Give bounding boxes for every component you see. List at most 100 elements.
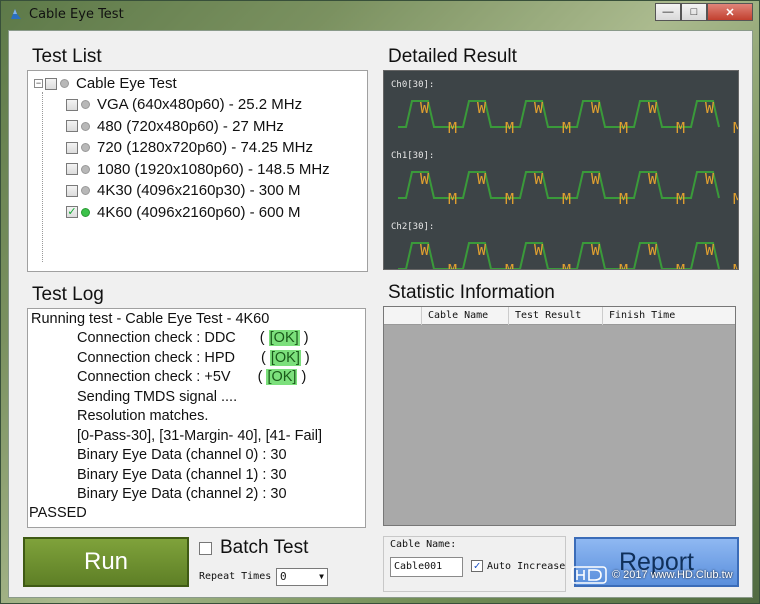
eye-glyph: M [619, 190, 628, 208]
log-line: Connection check : DDC ( [OK] ) [77, 330, 309, 346]
log-line-passed: PASSED [29, 505, 87, 521]
eye-diagram-panel: WMWMWMWMWMWMWMWMWMWMWMWMWMWMWMWMWMWM Ch0… [383, 70, 739, 270]
eye-glyph: W [534, 170, 544, 188]
eye-glyph: W [591, 99, 601, 117]
watermark: © 2017 www.HD.Club.tw [571, 566, 733, 584]
eye-glyph: M [676, 261, 685, 270]
test-list-tree[interactable]: − Cable Eye Test VGA (640x480p60) - 25.2… [27, 70, 368, 272]
test-item-label: 1080 (1920x1080p60) - 148.5 MHz [97, 160, 330, 178]
eye-glyph: W [420, 170, 430, 188]
test-item[interactable]: 1080 (1920x1080p60) - 148.5 MHz [66, 159, 330, 180]
log-text: ) [304, 350, 310, 366]
test-list-heading: Test List [32, 46, 102, 67]
eye-glyph: W [648, 241, 658, 259]
eye-glyph: M [505, 190, 514, 208]
run-button[interactable]: Run [23, 537, 189, 587]
eye-glyph: W [648, 99, 658, 117]
test-item-label: VGA (640x480p60) - 25.2 MHz [97, 96, 303, 113]
eye-glyph: M [562, 119, 571, 137]
log-line: Running test - Cable Eye Test - 4K60 [31, 311, 270, 327]
tree-root-label: Cable Eye Test [76, 75, 177, 92]
eye-glyph: M [448, 261, 457, 270]
eye-glyph: M [619, 261, 628, 270]
eye-glyph: W [477, 99, 487, 117]
column-header[interactable]: Finish Time [603, 307, 735, 325]
test-item-label: 480 (720x480p60) - 27 MHz [97, 117, 284, 135]
status-dot-icon [60, 79, 69, 88]
ok-badge: [OK] [268, 330, 300, 346]
eye-trace-line [398, 171, 720, 199]
log-line: Binary Eye Data (channel 2) : 30 [77, 486, 287, 502]
eye-glyph: W [534, 241, 544, 259]
test-item-checkbox[interactable] [66, 141, 78, 154]
test-item-checkbox[interactable] [66, 98, 78, 111]
auto-increase-toggle[interactable]: ✓ Auto Increase [471, 560, 565, 572]
status-dot-icon [81, 207, 90, 217]
repeat-times-value: 0 [280, 570, 287, 583]
repeat-times-select[interactable]: 0 ▼ [276, 568, 328, 586]
app-logo-icon [11, 9, 21, 19]
status-dot-icon [81, 143, 90, 152]
batch-test-label: Batch Test [220, 537, 309, 558]
column-header[interactable] [384, 307, 422, 325]
cable-name-group: Cable Name: Cable001 ✓ Auto Increase [383, 536, 566, 592]
log-line: Binary Eye Data (channel 0) : 30 [77, 447, 287, 463]
eye-glyph: W [420, 241, 430, 259]
log-text: ( [257, 369, 263, 385]
test-item[interactable]: 4K30 (4096x2160p30) - 300 M [66, 180, 300, 201]
tree-root[interactable]: − Cable Eye Test [34, 73, 177, 94]
log-text: Connection check : +5V [77, 369, 231, 385]
test-item-checkbox[interactable] [66, 184, 78, 197]
test-item-checkbox[interactable] [66, 120, 78, 132]
eye-glyph: M [733, 119, 739, 137]
log-line: Sending TMDS signal .... [77, 389, 238, 405]
minimize-button[interactable]: — [655, 3, 681, 21]
test-item[interactable]: ✓ 4K60 (4096x2160p60) - 600 M [66, 202, 300, 223]
cable-name-input[interactable]: Cable001 [390, 557, 463, 577]
eye-trace-line [398, 100, 720, 128]
test-item[interactable]: VGA (640x480p60) - 25.2 MHz [66, 94, 302, 115]
test-item-checkbox[interactable] [66, 163, 78, 175]
eye-glyph: M [733, 190, 739, 208]
status-dot-icon [81, 100, 90, 109]
auto-increase-checkbox[interactable]: ✓ [471, 560, 483, 572]
root-checkbox[interactable] [45, 77, 57, 90]
status-dot-icon [81, 121, 90, 131]
close-button[interactable]: ✕ [707, 3, 753, 21]
eye-glyph: W [591, 241, 601, 259]
test-item[interactable]: 480 (720x480p60) - 27 MHz [66, 116, 284, 137]
batch-test-checkbox[interactable] [199, 541, 212, 555]
log-line: [0-Pass-30], [31-Margin- 40], [41- Fail] [77, 428, 322, 444]
statistic-table[interactable]: Cable Name Test Result Finish Time [383, 306, 736, 526]
repeat-times-label: Repeat Times [199, 571, 272, 582]
log-text: Connection check : DDC [77, 330, 236, 346]
eye-glyph: W [705, 170, 715, 188]
channel-1-label: Ch1[30]: [391, 151, 435, 161]
test-item-checkbox[interactable]: ✓ [66, 206, 78, 218]
test-item[interactable]: 720 (1280x720p60) - 74.25 MHz [66, 137, 313, 158]
column-header[interactable]: Test Result [509, 307, 603, 325]
title-bar[interactable]: Cable Eye Test — □ ✕ [1, 1, 759, 29]
collapse-icon[interactable]: − [34, 79, 43, 88]
batch-test-toggle[interactable]: Batch Test [199, 537, 308, 559]
maximize-button[interactable]: □ [681, 3, 707, 21]
test-log-panel[interactable]: Running test - Cable Eye Test - 4K60 Con… [27, 308, 366, 528]
cable-name-label: Cable Name: [390, 539, 457, 550]
eye-glyph: M [448, 190, 457, 208]
statistic-table-header: Cable Name Test Result Finish Time [384, 307, 735, 325]
status-dot-icon [81, 164, 90, 174]
statistic-heading: Statistic Information [388, 282, 555, 303]
column-header[interactable]: Cable Name [422, 307, 509, 325]
log-text: ( [259, 330, 265, 346]
app-window: Cable Eye Test — □ ✕ Test List − Cable E… [0, 0, 760, 604]
log-line: Connection check : HPD ( [OK] ) [77, 350, 310, 366]
client-area: Test List − Cable Eye Test VGA (640x480p… [8, 30, 753, 598]
test-item-label: 4K30 (4096x2160p30) - 300 M [97, 182, 301, 199]
eye-glyph: W [591, 170, 601, 188]
eye-glyph: M [448, 119, 457, 137]
log-text: ) [301, 369, 307, 385]
eye-glyph: W [420, 99, 430, 117]
eye-glyph: W [477, 170, 487, 188]
status-dot-icon [81, 186, 90, 195]
eye-glyph: M [676, 119, 685, 137]
